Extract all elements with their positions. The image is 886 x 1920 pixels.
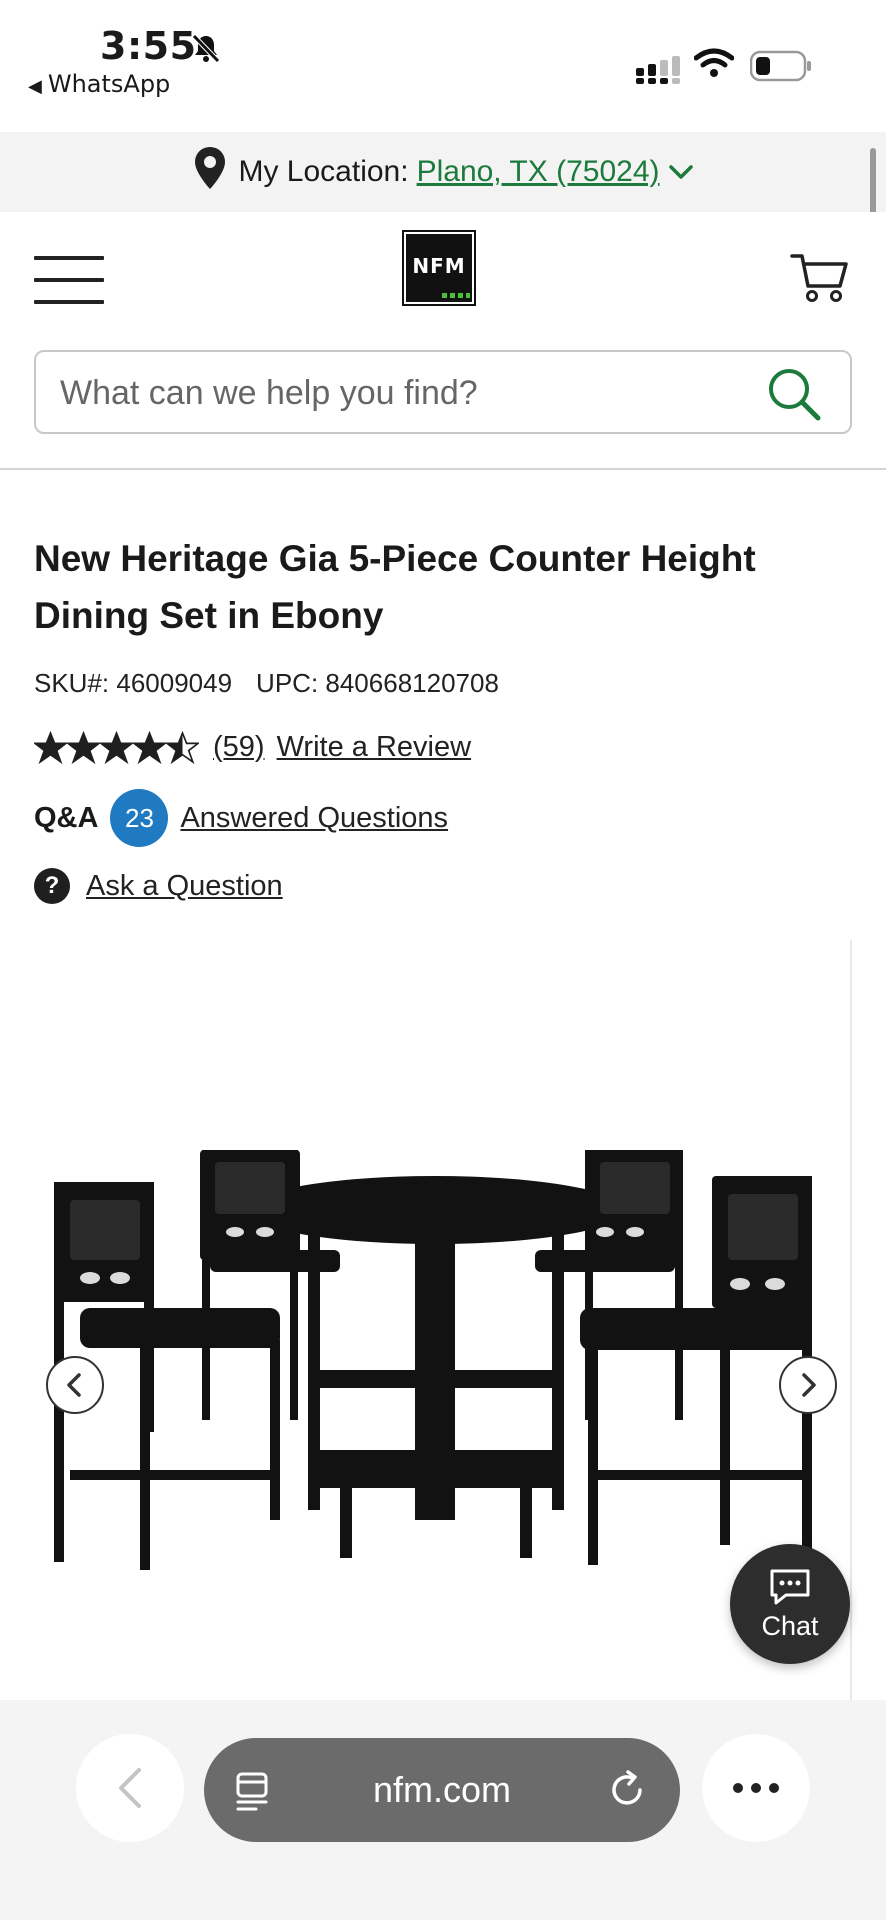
chat-icon bbox=[770, 1569, 810, 1604]
qa-label: Q&A bbox=[34, 801, 99, 834]
star-rating[interactable] bbox=[34, 730, 199, 764]
product-upc: UPC: 840668120708 bbox=[256, 668, 499, 698]
star-icon bbox=[166, 730, 199, 764]
star-icon bbox=[34, 730, 67, 764]
browser-toolbar: nfm.com bbox=[0, 1700, 886, 1920]
chat-button[interactable]: Chat bbox=[730, 1544, 850, 1664]
battery-icon bbox=[749, 50, 812, 87]
location-value-link[interactable]: Plano, TX (75024) bbox=[417, 155, 660, 189]
ask-question-link[interactable]: Ask a Question bbox=[86, 870, 283, 903]
product-identifiers: SKU#: 46009049 UPC: 840668120708 bbox=[34, 668, 523, 699]
hamburger-menu-icon[interactable] bbox=[34, 256, 104, 306]
chevron-left-icon bbox=[67, 1373, 81, 1397]
address-bar[interactable]: nfm.com bbox=[204, 1738, 680, 1842]
more-icon[interactable] bbox=[702, 1734, 810, 1842]
star-icon bbox=[100, 730, 133, 764]
status-bar: 3:55 ◀ WhatsApp bbox=[0, 0, 886, 132]
rating-row: (59) Write a Review bbox=[34, 722, 471, 772]
logo-text: NFM bbox=[412, 254, 466, 278]
star-icon bbox=[133, 730, 166, 764]
cart-icon[interactable] bbox=[790, 252, 848, 309]
qa-count-badge: 23 bbox=[110, 789, 169, 847]
product-sku: SKU#: 46009049 bbox=[34, 668, 233, 698]
star-icon bbox=[67, 730, 100, 764]
back-triangle-icon: ◀ bbox=[28, 76, 42, 97]
wifi-icon bbox=[693, 48, 735, 83]
bell-slash-icon bbox=[190, 32, 222, 69]
review-count-link[interactable]: (59) bbox=[213, 731, 265, 764]
status-time: 3:55 bbox=[100, 24, 197, 68]
nfm-logo[interactable]: NFM bbox=[402, 230, 476, 306]
logo-accent bbox=[442, 293, 470, 298]
search-box bbox=[34, 350, 852, 434]
signal-icon bbox=[636, 54, 682, 89]
search-input[interactable] bbox=[58, 352, 742, 434]
site-header: NFM bbox=[0, 212, 886, 342]
reload-icon[interactable] bbox=[606, 1768, 648, 1817]
chevron-left-icon bbox=[119, 1768, 141, 1808]
chevron-right-icon bbox=[802, 1373, 816, 1397]
carousel-edge bbox=[850, 940, 852, 1700]
ask-question-row: ? Ask a Question bbox=[34, 866, 283, 906]
chat-label: Chat bbox=[761, 1610, 819, 1641]
qa-row: Q&A 23 Answered Questions bbox=[34, 788, 448, 848]
answered-questions-link[interactable]: Answered Questions bbox=[180, 802, 448, 835]
header-divider bbox=[0, 468, 886, 470]
product-image[interactable] bbox=[40, 1140, 830, 1595]
product-title: New Heritage Gia 5-Piece Counter Height … bbox=[34, 538, 756, 636]
write-review-link[interactable]: Write a Review bbox=[277, 731, 471, 764]
carousel-next-button[interactable] bbox=[779, 1356, 837, 1414]
browser-back-button[interactable] bbox=[76, 1734, 184, 1842]
question-icon: ? bbox=[34, 868, 70, 904]
location-bar[interactable]: My Location: Plano, TX (75024) bbox=[0, 132, 886, 212]
back-to-app-link[interactable]: ◀ WhatsApp bbox=[28, 70, 170, 98]
search-icon[interactable] bbox=[766, 366, 822, 427]
carousel-prev-button[interactable] bbox=[46, 1356, 104, 1414]
back-app-label: WhatsApp bbox=[47, 70, 171, 98]
location-label: My Location: bbox=[238, 155, 409, 188]
chevron-down-icon[interactable] bbox=[668, 155, 694, 189]
location-pin-icon bbox=[192, 145, 228, 199]
